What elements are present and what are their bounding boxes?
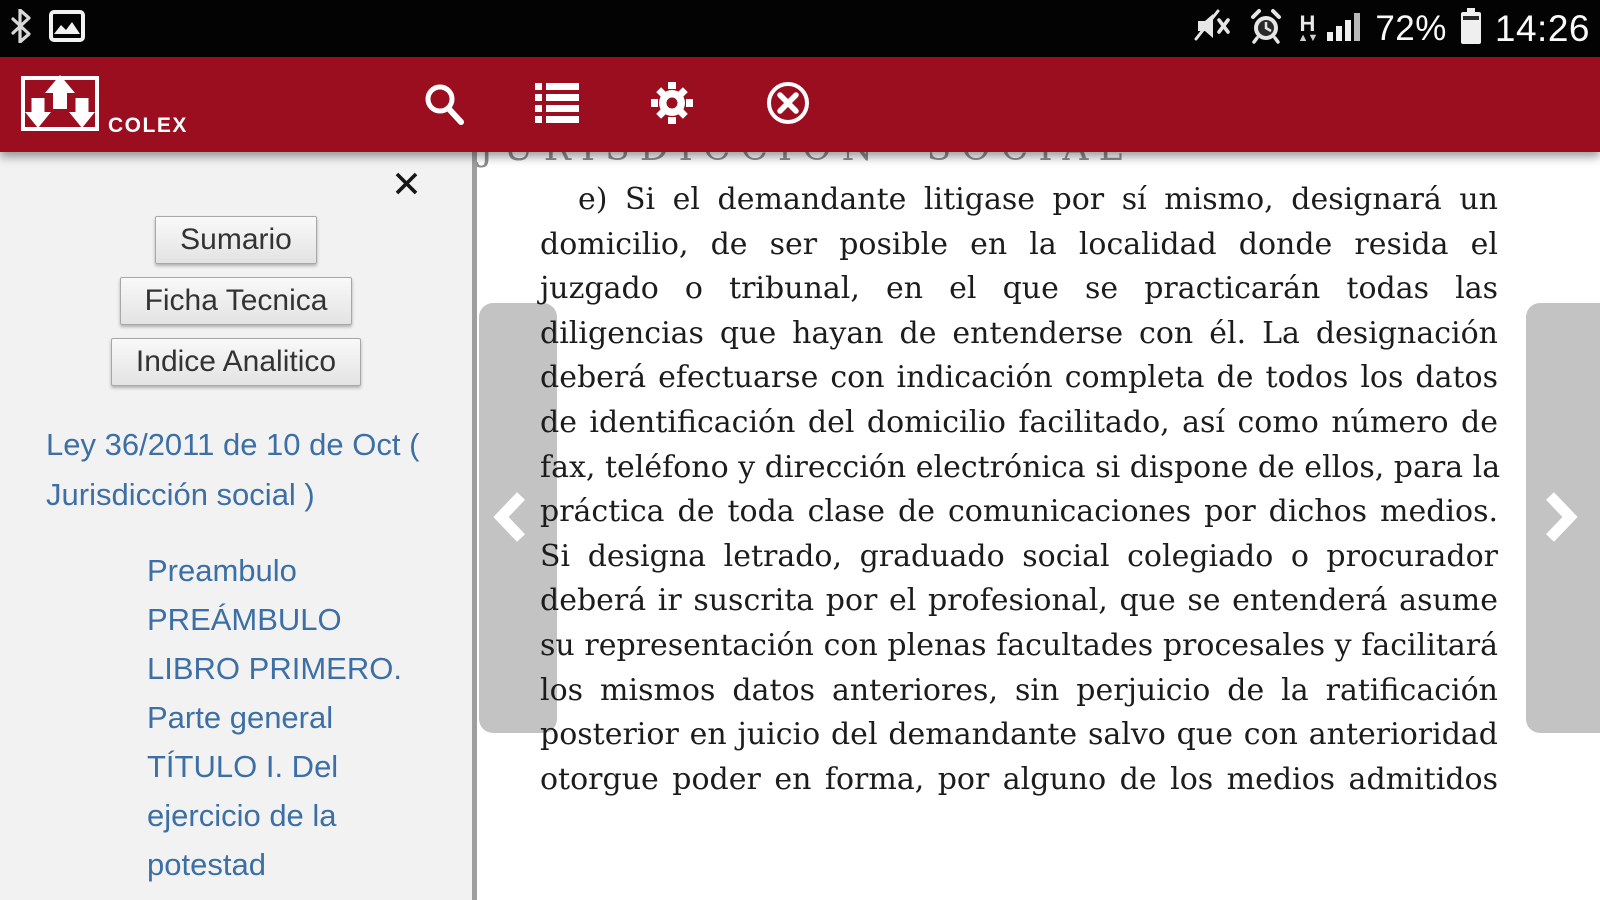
text-line: los mismos datos anteriores, sin perjuic… [540, 672, 1498, 708]
brand-label: COLEX [108, 114, 188, 137]
toc-item-libro-primero[interactable]: LIBRO PRIMERO. Parte general [147, 644, 437, 742]
sumario-button[interactable]: Sumario [155, 216, 317, 264]
clock-time: 14:26 [1494, 7, 1590, 49]
app-bar: COLEX [0, 57, 1600, 152]
text-line: domicilio, de ser posible en la localida… [540, 226, 1498, 262]
toc-item-preambulo-caps[interactable]: PREÁMBULO [147, 595, 437, 644]
status-bar-right: H ▲▼ 72% 14:26 [1194, 7, 1590, 50]
battery-icon [1459, 7, 1483, 50]
bluetooth-icon [10, 8, 32, 48]
text-line: Si designa letrado, graduado social cole… [540, 538, 1498, 574]
chevron-right-icon [1542, 491, 1578, 546]
signal-strength-icon [1325, 10, 1363, 47]
ficha-tecnica-button[interactable]: Ficha Tecnica [119, 277, 353, 325]
text-line: práctica de toda clase de comunicaciones… [540, 494, 1498, 530]
document-title-link[interactable]: Ley 36/2011 de 10 de Oct ( Jurisdicción … [46, 420, 456, 520]
text-line: fax, teléfono y dirección electrónica si… [540, 449, 1501, 485]
text-line: diligencias que hayan de entenderse con … [540, 315, 1498, 351]
close-document-button[interactable] [760, 77, 816, 133]
settings-button[interactable] [644, 77, 700, 133]
toc-list-button[interactable] [529, 77, 585, 133]
text-line: de identificación del domicilio facilita… [540, 404, 1498, 440]
screenshot-icon [48, 7, 86, 50]
toc-item-preambulo[interactable]: Preambulo [147, 546, 437, 595]
text-line: deberá ir suscrita por el profesional, q… [540, 583, 1498, 619]
indice-analitico-button[interactable]: Indice Analitico [110, 338, 362, 386]
battery-percent: 72% [1375, 8, 1447, 48]
document-page: JURISDICCIÓN SOCIAL e) Si el demandante … [477, 128, 1600, 900]
network-type-icon: H ▲▼ [1297, 11, 1319, 44]
toc-item-titulo-i[interactable]: TÍTULO I. Del ejercicio de la potestad [147, 742, 437, 889]
colex-logo-icon [20, 71, 100, 140]
app-brand[interactable]: COLEX [20, 71, 188, 140]
circle-x-icon [765, 80, 811, 129]
text-line: su representación con plenas facultades … [540, 627, 1498, 663]
sidebar-button-column: Sumario Ficha Tecnica Indice Analitico [0, 216, 472, 386]
chevron-left-icon [493, 491, 529, 546]
list-icon [534, 82, 580, 127]
text-line: posterior en juicio del demandante salvo… [540, 717, 1498, 753]
text-line: deberá efectuarse con indicación complet… [540, 360, 1498, 396]
close-icon: ✕ [390, 163, 422, 206]
toc-sidebar: ✕ Sumario Ficha Tecnica Indice Analitico… [0, 152, 477, 900]
page-next-button[interactable] [1526, 303, 1600, 733]
text-line: otorgue poder en forma, por alguno de lo… [540, 761, 1498, 797]
sidebar-close-button[interactable]: ✕ [391, 166, 422, 203]
search-button[interactable] [416, 77, 472, 133]
gear-icon [649, 80, 695, 129]
alarm-icon [1246, 7, 1286, 50]
status-bar: H ▲▼ 72% 14:26 [0, 0, 1600, 57]
text-line: e) Si el demandante litigase por sí mism… [578, 182, 1498, 217]
search-icon [422, 81, 466, 128]
toc-list: Preambulo PREÁMBULO LIBRO PRIMERO. Parte… [147, 546, 437, 889]
status-bar-left [10, 7, 86, 50]
text-line: juzgado o tribunal, en el que se practic… [540, 271, 1498, 307]
mute-vibrate-icon [1194, 7, 1234, 50]
document-text: e) Si el demandante litigase por sí mism… [540, 178, 1501, 802]
